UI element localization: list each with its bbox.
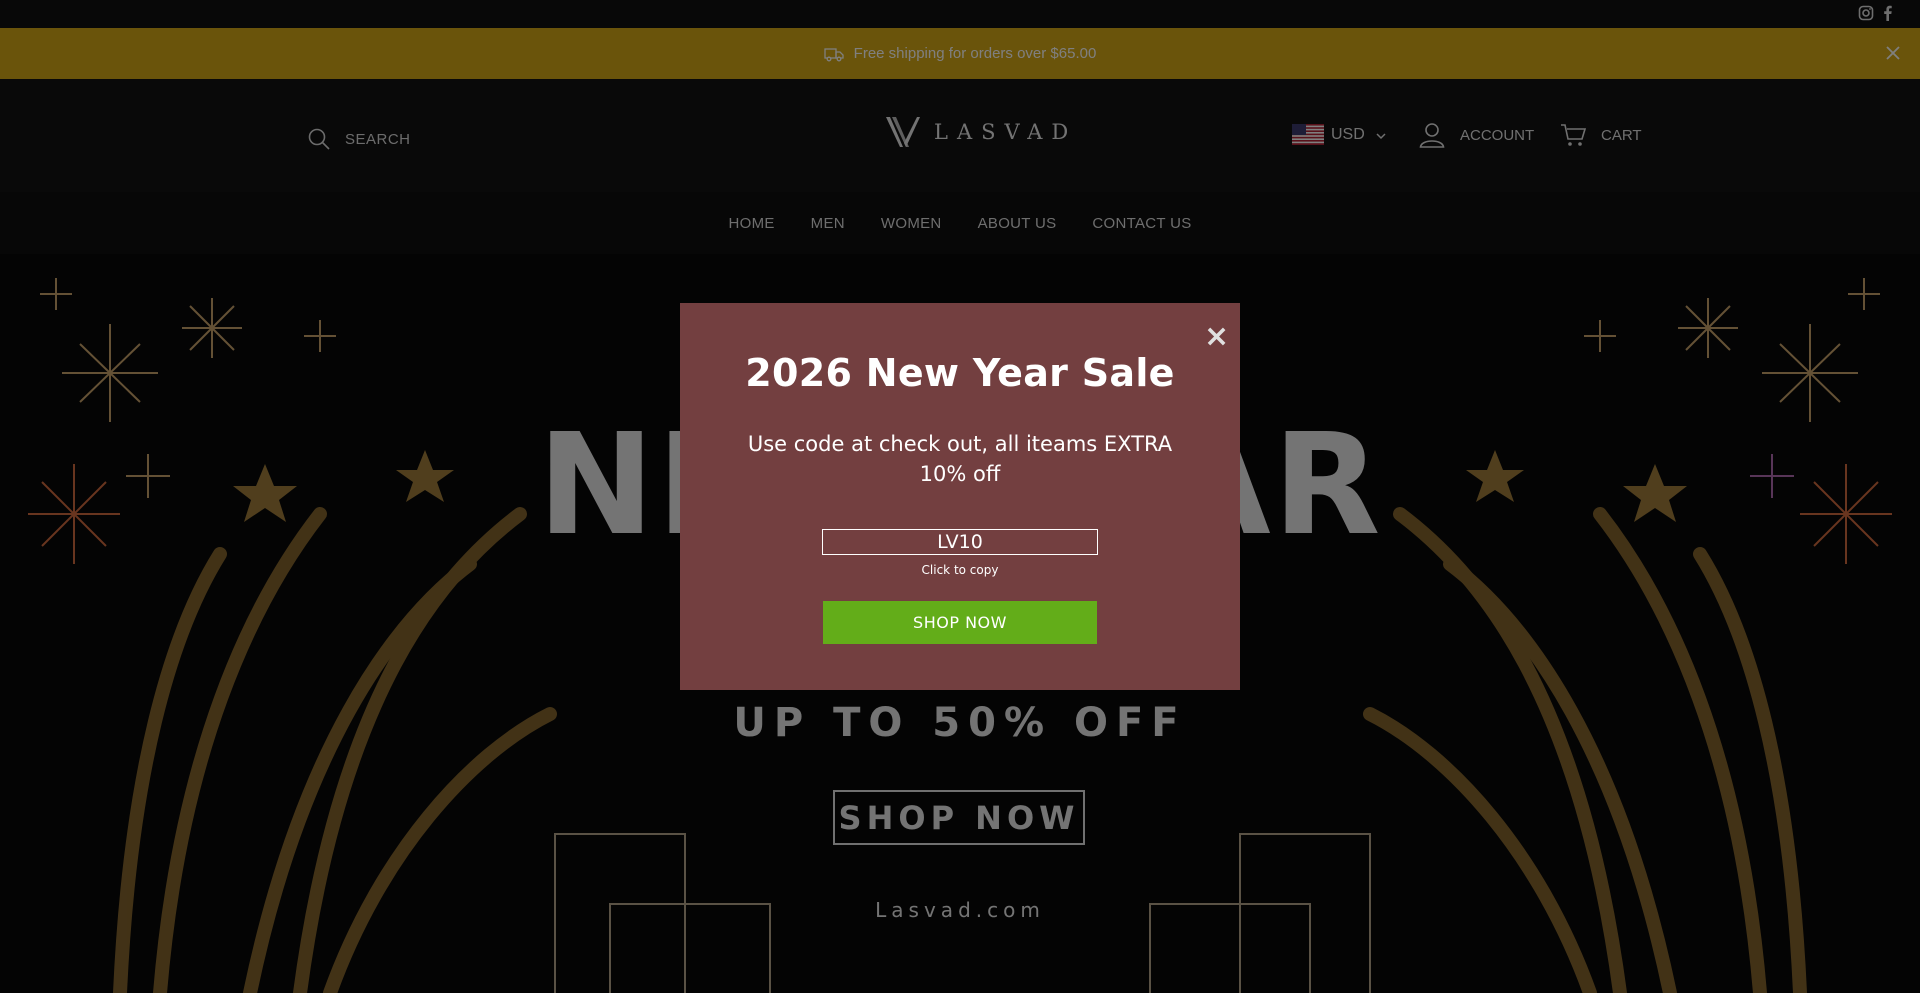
close-modal-icon[interactable]: × xyxy=(1204,322,1229,352)
modal-title: 2026 New Year Sale xyxy=(745,351,1175,395)
modal-description: Use code at check out, all iteams EXTRA … xyxy=(747,432,1173,486)
page: Free shipping for orders over $65.00 SEA… xyxy=(0,0,1920,993)
modal-shop-now-button[interactable]: SHOP NOW xyxy=(823,601,1097,644)
coupon-code-box[interactable]: LV10 xyxy=(822,529,1098,555)
copy-hint: Click to copy xyxy=(921,563,999,577)
promo-modal: × 2026 New Year Sale Use code at check o… xyxy=(680,303,1240,690)
